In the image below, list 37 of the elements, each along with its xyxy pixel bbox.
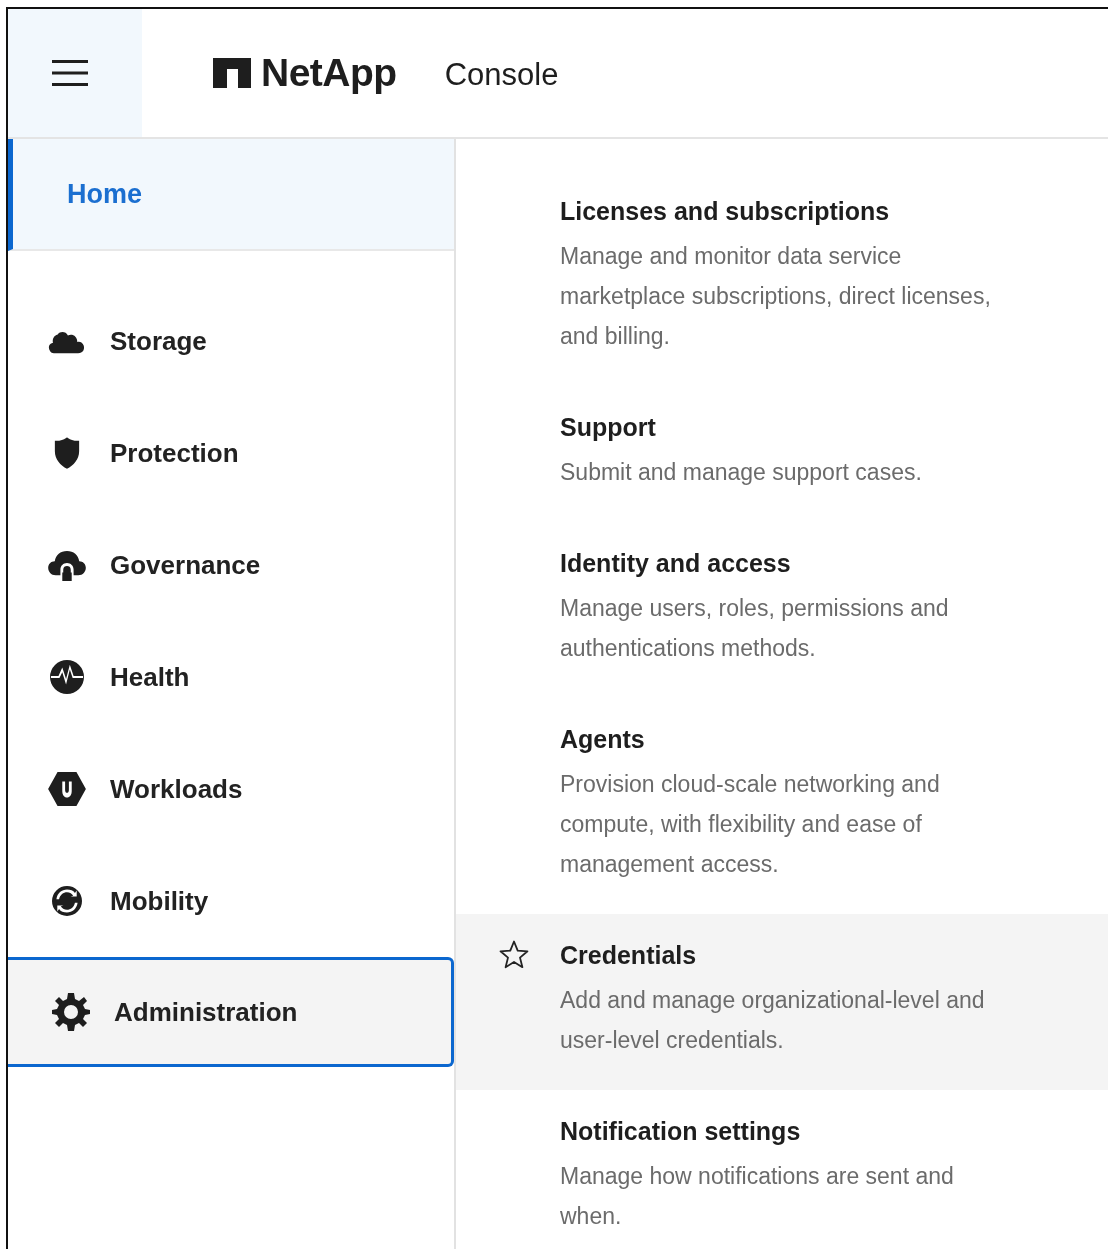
menu-title: Licenses and subscriptions — [560, 196, 891, 227]
menu-title: Credentials — [560, 940, 698, 971]
menu-item[interactable]: Agents Provision cloud-scale networking and compute, with flexibility and ease of management access. — [456, 698, 1108, 914]
menu-item[interactable]: Credentials Add and manage organizational-level and user-level credentials. — [456, 914, 1108, 1090]
cloud-lock-icon — [48, 549, 86, 581]
menu-description: Manage users, roles, permissions and authentications methods. — [560, 594, 950, 663]
nav-item[interactable]: Health — [8, 621, 454, 733]
menu-button[interactable] — [52, 58, 88, 88]
nav-item[interactable]: Mobility — [8, 845, 454, 957]
nav-item[interactable]: Storage — [8, 285, 454, 397]
menu-title: Agents — [560, 724, 646, 755]
logo-icon — [213, 58, 251, 88]
menu-item[interactable]: Support Submit and manage support cases. — [456, 386, 1108, 522]
nav-item[interactable]: Governance — [8, 509, 454, 621]
menu-item[interactable]: Notification settings Manage how notifications are sent and when. — [456, 1090, 1108, 1249]
pulse-icon — [50, 660, 84, 694]
nav-item[interactable]: Administration — [8, 957, 454, 1067]
menu-item[interactable]: Identity and access Manage users, roles, permissions and authentications methods. — [456, 522, 1108, 698]
nav-item[interactable]: Protection — [8, 397, 454, 509]
menu-description: Manage how notifications are sent and when. — [560, 1162, 955, 1231]
menu-title: Support — [560, 412, 657, 443]
menu-title: Identity and access — [560, 548, 792, 579]
menu-description: Manage and monitor data service marketplace subscriptions, direct licenses, and billing. — [560, 242, 992, 351]
menu-title: Notification settings — [560, 1116, 802, 1147]
menu-item[interactable]: Licenses and subscriptions Manage and monitor data service marketplace subscriptions, direct licenses, and billing. — [456, 170, 1108, 386]
star-icon[interactable] — [499, 940, 529, 969]
product-name: Console — [444, 57, 559, 93]
nav-item[interactable]: Home — [8, 139, 454, 251]
menu-description: Submit and manage support cases. — [560, 458, 923, 487]
sync-icon — [52, 886, 82, 916]
hexagon-icon — [48, 772, 86, 806]
settings-icon — [51, 992, 91, 1032]
nav-item[interactable]: Workloads — [8, 733, 454, 845]
menu-description: Add and manage organizational-level and user-level credentials. — [560, 986, 986, 1055]
shield-icon — [53, 437, 81, 469]
brand-name: NetApp — [261, 51, 397, 95]
menu-description: Provision cloud-scale networking and compute, with flexibility and ease of management access. — [560, 770, 941, 879]
